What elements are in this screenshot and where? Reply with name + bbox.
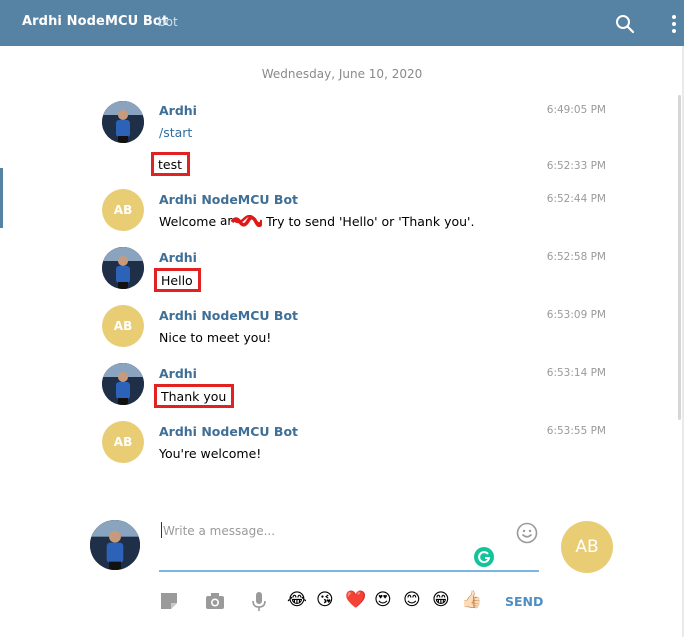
date-separator: Wednesday, June 10, 2020: [261, 67, 423, 81]
avatar[interactable]: [102, 363, 144, 405]
emoji-joy[interactable]: 😂: [287, 589, 307, 611]
search-icon[interactable]: [614, 13, 636, 35]
message-time: 6:53:55 PM: [546, 425, 606, 437]
message-text-end: Try to send 'Hello' or 'Thank you'.: [262, 214, 475, 229]
emoji-icon[interactable]: [516, 522, 538, 544]
message-text: Hello: [154, 268, 201, 292]
emoji-heart-eyes[interactable]: 😍: [374, 589, 392, 611]
svg-text:ar: ar: [220, 215, 232, 227]
emoji-blush[interactable]: 😊: [403, 589, 421, 611]
message-time: 6:52:33 PM: [546, 160, 606, 172]
scrollbar[interactable]: [678, 95, 681, 420]
message-time: 6:53:09 PM: [546, 309, 606, 321]
message-time: 6:52:58 PM: [546, 251, 606, 263]
redaction-scribble: ar: [220, 214, 264, 228]
chat-subtitle: bot: [158, 15, 178, 29]
bot-avatar[interactable]: AB: [102, 421, 144, 463]
sender-name[interactable]: Ardhi NodeMCU Bot: [159, 424, 298, 439]
emoji-kiss[interactable]: 😘: [316, 589, 334, 611]
emoji-grin[interactable]: 😁: [432, 589, 450, 611]
text-caret: [161, 522, 162, 538]
sender-name[interactable]: Ardhi: [159, 250, 197, 265]
left-accent-bar: [0, 168, 3, 228]
message-text: test: [151, 152, 191, 176]
more-vertical-icon[interactable]: [670, 13, 678, 35]
microphone-icon[interactable]: [248, 590, 270, 612]
chat-title[interactable]: Ardhi NodeMCU Bot: [22, 14, 168, 29]
bot-avatar[interactable]: AB: [102, 305, 144, 347]
file-icon[interactable]: [158, 590, 180, 612]
sender-name[interactable]: Ardhi NodeMCU Bot: [159, 308, 298, 323]
message-text-start: Welcome: [159, 214, 221, 229]
chat-header: Ardhi NodeMCU Bot bot: [0, 0, 684, 46]
message-text: Nice to meet you!: [159, 330, 272, 345]
emoji-thumbs-up[interactable]: 👍🏻: [461, 589, 482, 611]
message-text: You're welcome!: [159, 446, 262, 461]
send-button[interactable]: SEND: [505, 594, 543, 609]
camera-icon[interactable]: [204, 590, 226, 612]
avatar[interactable]: [102, 101, 144, 143]
sender-name[interactable]: Ardhi: [159, 103, 197, 118]
sender-name[interactable]: Ardhi: [159, 366, 197, 381]
message-time: 6:49:05 PM: [546, 104, 606, 116]
message-text: Welcome ar Try to send 'Hello' or 'Thank…: [159, 214, 474, 229]
message-time: 6:52:44 PM: [546, 193, 606, 205]
emoji-heart[interactable]: ❤️: [345, 589, 366, 611]
message-time: 6:53:14 PM: [546, 367, 606, 379]
peer-avatar[interactable]: AB: [561, 521, 613, 573]
message-text: Thank you: [154, 384, 235, 408]
bot-avatar[interactable]: AB: [102, 189, 144, 231]
message-text[interactable]: /start: [159, 125, 192, 140]
my-avatar[interactable]: [90, 520, 140, 570]
avatar[interactable]: [102, 247, 144, 289]
sender-name[interactable]: Ardhi NodeMCU Bot: [159, 192, 298, 207]
grammarly-icon[interactable]: [474, 547, 494, 567]
